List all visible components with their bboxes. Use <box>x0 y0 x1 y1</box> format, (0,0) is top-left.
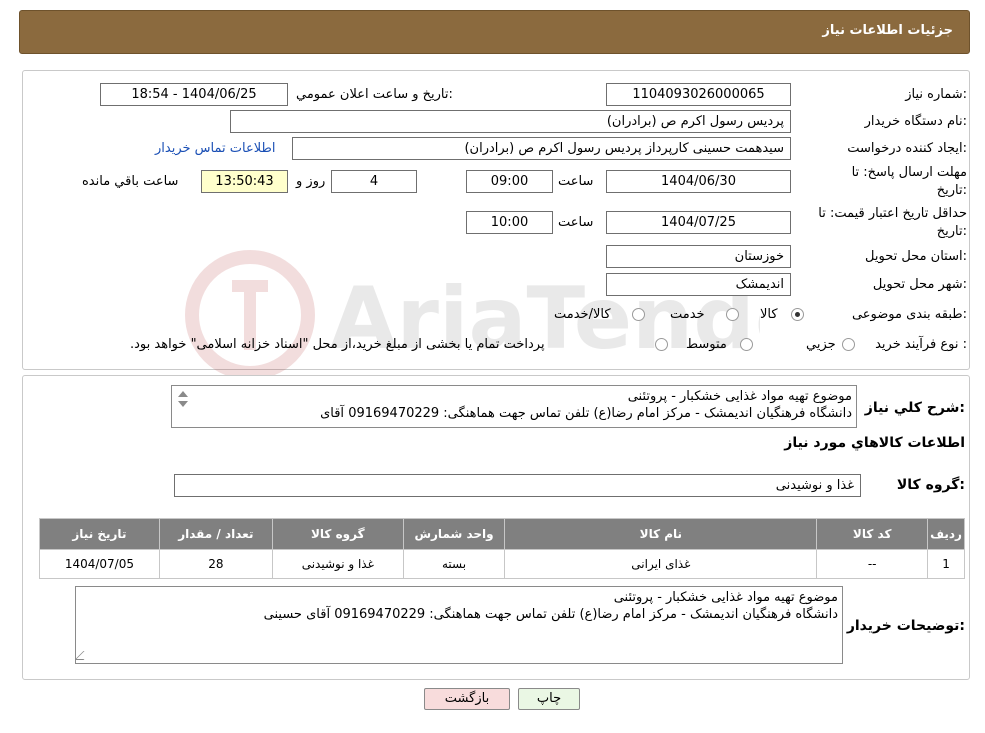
goods-info-heading: اطلاعات كالاهاي مورد نياز <box>784 435 965 451</box>
page-header: جزئیات اطلاعات نیاز <box>19 10 970 54</box>
overall-desc-line: موضوع تهیه مواد غذایی خشکبار - پروتئنی <box>627 389 852 404</box>
resize-handle-icon[interactable] <box>76 651 93 660</box>
buyer-notes-line: موضوع تهیه مواد غذایی خشکبار - پروتئنی <box>613 590 838 605</box>
goods-group-field: غذا و نوشیدنی <box>174 474 861 497</box>
col-goods-code: كد كالا <box>816 518 929 550</box>
process-type-label: نوع فرآيند خريد : <box>875 337 967 352</box>
col-need-date: تاريخ نياز <box>39 518 160 550</box>
table-header-row: رديف كد كالا نام كالا واحد شمارش گروه كا… <box>39 518 965 550</box>
buyer-contact-link[interactable]: اطلاعات تماس خريدار <box>155 141 275 156</box>
days-field: 4 <box>331 170 417 193</box>
cell-row-number: 1 <box>927 549 965 579</box>
reply-date-field: 1404/06/30 <box>606 170 791 193</box>
category-option-service: خدمت <box>670 307 705 322</box>
category-option-goods-service: كالا/خدمت <box>554 307 611 322</box>
overall-desc-line: دانشگاه فرهنگیان اندیمشک - مرکز امام رضا… <box>320 406 852 421</box>
col-unit: واحد شمارش <box>402 518 506 550</box>
category-radio-service[interactable] <box>726 308 739 321</box>
cell-need-date: 1404/07/05 <box>39 549 160 579</box>
textarea-scrollbar[interactable] <box>176 389 188 411</box>
col-goods-group: گروه كالا <box>271 518 404 550</box>
price-time-label: ساعت <box>558 215 594 230</box>
col-row-number: رديف <box>927 518 965 550</box>
category-label: طبقه بندی موضوعی: <box>851 307 967 322</box>
creator-label: ايجاد كننده درخواست: <box>847 141 967 156</box>
process-radio-treasury[interactable] <box>655 338 668 351</box>
buyer-org-label: نام دستگاه خريدار: <box>864 114 967 129</box>
reply-time-label: ساعت <box>558 174 594 189</box>
buyer-notes-textarea[interactable]: موضوع تهیه مواد غذایی خشکبار - پروتئنی د… <box>75 586 843 664</box>
cell-goods-group: غذا و نوشیدنی <box>271 549 404 579</box>
print-button[interactable]: چاپ <box>518 688 580 710</box>
overall-desc-label: شرح كلي نياز: <box>864 400 965 416</box>
overall-desc-textarea[interactable]: موضوع تهیه مواد غذایی خشکبار - پروتئنی د… <box>171 385 857 428</box>
cell-goods-code: -- <box>816 549 929 579</box>
scroll-up-icon[interactable] <box>178 391 188 397</box>
remaining-label: ساعت باقي مانده <box>82 174 179 189</box>
announce-datetime-label: تاریخ و ساعت اعلان عمومي: <box>296 87 453 102</box>
need-number-field: 1104093026000065 <box>606 83 791 106</box>
scroll-down-icon[interactable] <box>178 401 188 407</box>
back-button[interactable]: بازگشت <box>424 688 510 710</box>
col-quantity: تعداد / مقدار <box>158 518 273 550</box>
buyer-org-field: پردیس رسول اکرم ص (برادران) <box>230 110 791 133</box>
price-validity-label-2: تاريخ: <box>936 224 967 239</box>
days-label: روز و <box>296 174 326 189</box>
process-radio-medium[interactable] <box>740 338 753 351</box>
buyer-notes-label: توضيحات خريدار: <box>846 618 965 634</box>
creator-field: سیدهمت حسینی کارپرداز پردیس رسول اکرم ص … <box>292 137 791 160</box>
cell-unit: بسته <box>402 549 506 579</box>
process-option-medium: متوسط <box>686 337 727 352</box>
page-title: جزئیات اطلاعات نیاز <box>822 23 953 38</box>
process-option-minor: جزيي <box>806 337 836 352</box>
province-label: استان محل تحويل: <box>865 249 967 264</box>
price-validity-label-1: حداقل تاريخ اعتبار قيمت: تا <box>818 206 967 221</box>
price-date-field: 1404/07/25 <box>606 211 791 234</box>
announce-datetime-field: 1404/06/25 - 18:54 <box>100 83 288 106</box>
goods-table: رديف كد كالا نام كالا واحد شمارش گروه كا… <box>39 518 965 579</box>
process-note: پرداخت تمام يا بخشی از مبلغ خريد،از محل … <box>130 337 545 352</box>
reply-deadline-label-1: مهلت ارسال پاسخ: تا <box>851 165 967 180</box>
province-field: خوزستان <box>606 245 791 268</box>
goods-group-label: گروه کالا: <box>896 477 965 493</box>
city-field: اندیمشک <box>606 273 791 296</box>
cell-quantity: 28 <box>158 549 273 579</box>
category-radio-goods-service[interactable] <box>632 308 645 321</box>
price-time-field: 10:00 <box>466 211 553 234</box>
buyer-notes-line: دانشگاه فرهنگیان اندیمشک - مرکز امام رضا… <box>263 607 838 622</box>
process-radio-minor[interactable] <box>842 338 855 351</box>
reply-deadline-label-2: تاريخ: <box>936 183 967 198</box>
remaining-time-field: 13:50:43 <box>201 170 288 193</box>
need-number-label: شماره نیاز: <box>905 87 967 102</box>
table-row[interactable]: 1 -- غذای ایرانی بسته غذا و نوشیدنی 28 1… <box>39 549 965 579</box>
cell-goods-name: غذای ایرانی <box>504 549 818 579</box>
col-goods-name: نام كالا <box>504 518 818 550</box>
category-option-goods: كالا <box>760 307 778 322</box>
reply-time-field: 09:00 <box>466 170 553 193</box>
category-radio-goods[interactable] <box>791 308 804 321</box>
city-label: شهر محل تحويل: <box>872 277 967 292</box>
